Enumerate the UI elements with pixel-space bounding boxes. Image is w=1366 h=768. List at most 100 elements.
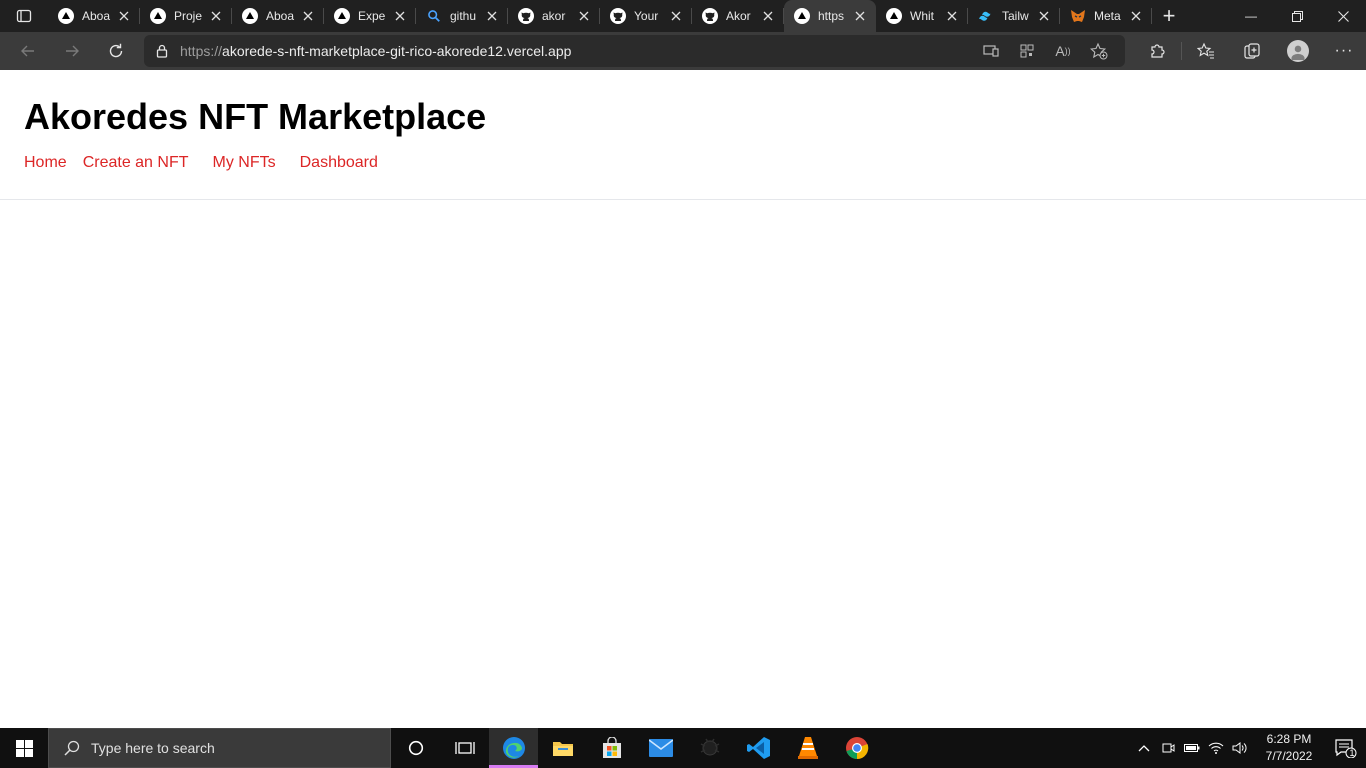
volume-icon[interactable] <box>1228 728 1252 768</box>
collections-button[interactable] <box>1229 32 1275 70</box>
tab-title: Meta <box>1094 9 1121 23</box>
taskbar-vlc[interactable] <box>783 728 832 768</box>
nav-link-home[interactable]: Home <box>24 154 67 172</box>
tab-title: Proje <box>174 9 203 23</box>
back-arrow-icon <box>21 45 34 57</box>
browser-tab[interactable]: https <box>784 0 876 32</box>
browser-tab[interactable]: Aboa <box>232 0 324 32</box>
tab-actions-icon <box>16 9 32 23</box>
url-scheme: https:// <box>180 43 223 59</box>
settings-menu-button[interactable]: ··· <box>1321 32 1366 70</box>
github-icon <box>702 8 718 24</box>
close-tab-icon[interactable] <box>668 8 684 24</box>
action-center-button[interactable]: 1 <box>1326 728 1366 768</box>
tab-title: akor <box>542 9 566 23</box>
tab-title: Aboa <box>82 9 111 23</box>
lock-icon[interactable] <box>144 35 180 67</box>
vercel-icon <box>150 8 166 24</box>
site-nav: Home Create an NFT My NFTs Dashboard <box>24 154 402 172</box>
forward-button[interactable] <box>50 32 94 70</box>
task-view-icon <box>454 742 475 754</box>
search-icon <box>64 740 80 756</box>
close-window-button[interactable] <box>1320 0 1366 32</box>
web-page: Akoredes NFT Marketplace Home Create an … <box>0 70 1366 728</box>
app-available-icon[interactable] <box>973 35 1009 67</box>
browser-tab[interactable]: Your <box>600 0 692 32</box>
avatar <box>1287 40 1309 62</box>
browser-tab[interactable]: Whit <box>876 0 968 32</box>
add-favorite-icon[interactable] <box>1081 35 1117 67</box>
battery-icon[interactable] <box>1180 728 1204 768</box>
browser-tab[interactable]: Proje <box>140 0 232 32</box>
taskbar-chrome[interactable] <box>832 728 881 768</box>
favorites-button[interactable] <box>1183 32 1229 70</box>
profile-button[interactable] <box>1275 32 1321 70</box>
close-tab-icon[interactable] <box>116 8 132 24</box>
back-button[interactable] <box>6 32 50 70</box>
meet-now-icon[interactable] <box>1156 728 1180 768</box>
close-tab-icon[interactable] <box>760 8 776 24</box>
qr-code-icon[interactable] <box>1009 35 1045 67</box>
browser-tab-strip: Aboa Proje Aboa Expe githu akor Your Akor https W… <box>0 0 1366 32</box>
edge-icon <box>502 737 525 759</box>
tab-title: githu <box>450 9 477 23</box>
taskbar-store[interactable] <box>587 728 636 768</box>
taskbar-mail[interactable] <box>636 728 685 768</box>
taskbar-edge[interactable] <box>489 728 538 768</box>
windows-logo-icon <box>15 739 33 757</box>
address-bar[interactable]: https://akorede-s-nft-marketplace-git-ri… <box>144 35 1125 67</box>
github-icon <box>610 8 626 24</box>
show-hidden-icons-button[interactable] <box>1132 728 1156 768</box>
tailwind-icon <box>978 8 994 24</box>
search-icon <box>426 8 442 24</box>
taskbar-app-dark[interactable] <box>685 728 734 768</box>
folder-icon <box>552 742 573 756</box>
close-tab-icon[interactable] <box>576 8 592 24</box>
new-tab-button[interactable]: + <box>1152 0 1186 32</box>
browser-tab[interactable]: githu <box>416 0 508 32</box>
url-text[interactable]: https://akorede-s-nft-marketplace-git-ri… <box>180 43 571 59</box>
taskbar-search[interactable]: Type here to search <box>48 728 391 768</box>
browser-tab[interactable]: Akor <box>692 0 784 32</box>
close-tab-icon[interactable] <box>944 8 960 24</box>
restore-button[interactable] <box>1274 0 1320 32</box>
nav-link-dashboard[interactable]: Dashboard <box>300 154 378 172</box>
clock-time: 6:28 PM <box>1266 732 1312 746</box>
wifi-icon[interactable] <box>1204 728 1228 768</box>
puzzle-icon <box>1151 44 1165 58</box>
close-tab-icon[interactable] <box>852 8 868 24</box>
cortana-icon <box>408 740 423 756</box>
tab-title: Your <box>634 9 659 23</box>
nav-link-my-nfts[interactable]: My NFTs <box>213 154 276 172</box>
taskbar-vscode[interactable] <box>734 728 783 768</box>
read-aloud-icon[interactable]: A)) <box>1045 35 1081 67</box>
close-tab-icon[interactable] <box>392 8 408 24</box>
close-tab-icon[interactable] <box>300 8 316 24</box>
browser-tab[interactable]: Expe <box>324 0 416 32</box>
refresh-button[interactable] <box>94 32 138 70</box>
start-button[interactable] <box>0 728 48 768</box>
tab-title: Akor <box>726 9 751 23</box>
extensions-button[interactable] <box>1134 32 1180 70</box>
browser-tab[interactable]: akor <box>508 0 600 32</box>
user-icon <box>1291 45 1305 60</box>
close-tab-icon[interactable] <box>1128 8 1144 24</box>
close-tab-icon[interactable] <box>208 8 224 24</box>
vlc-icon <box>797 737 818 759</box>
close-tab-icon[interactable] <box>1036 8 1052 24</box>
task-view-button[interactable] <box>440 728 489 768</box>
minimize-button[interactable]: — <box>1228 0 1274 32</box>
taskbar-file-explorer[interactable] <box>538 728 587 768</box>
close-tab-icon[interactable] <box>484 8 500 24</box>
tab-title: Aboa <box>266 9 295 23</box>
browser-tab[interactable]: Tailw <box>968 0 1060 32</box>
vscode-icon <box>746 737 770 759</box>
nav-link-create-nft[interactable]: Create an NFT <box>83 154 189 172</box>
taskbar-clock[interactable]: 6:28 PM 7/7/2022 <box>1252 731 1326 765</box>
tab-actions-button[interactable] <box>0 0 48 32</box>
cortana-button[interactable] <box>391 728 440 768</box>
refresh-icon <box>109 43 123 58</box>
browser-tab[interactable]: Meta <box>1060 0 1152 32</box>
notification-count: 1 <box>1349 748 1355 758</box>
browser-tab[interactable]: Aboa <box>48 0 140 32</box>
